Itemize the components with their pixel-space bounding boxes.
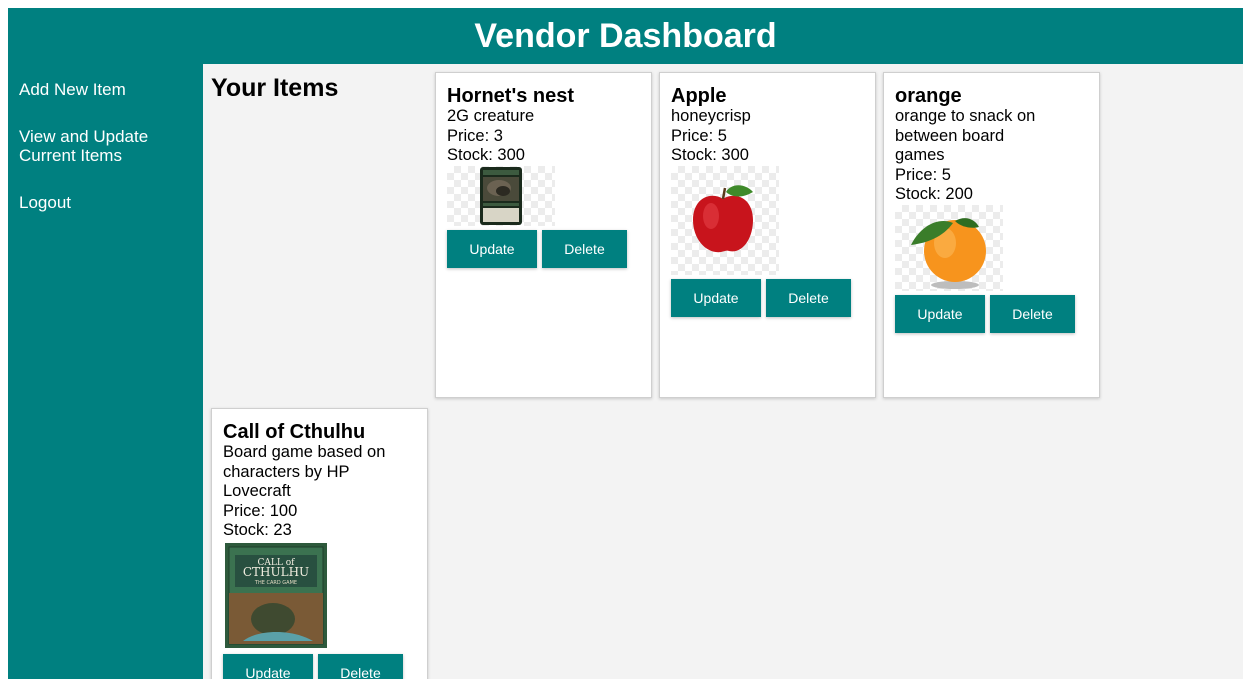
item-price: Price: 5	[895, 165, 951, 184]
item-description: Board game based on characters by HP Lov…	[223, 443, 386, 500]
item-name: Call of Cthulhu	[223, 421, 366, 443]
item-card: orange orange to snack on between board …	[883, 72, 1100, 398]
item-stock: Stock: 200	[895, 185, 973, 203]
item-stock: Stock: 300	[671, 146, 749, 164]
game-box-text-card-game: THE CARD GAME	[254, 580, 297, 586]
game-box-text-cthulhu: CTHULHU	[243, 565, 309, 579]
update-button[interactable]: Update	[671, 278, 761, 317]
item-stock: Stock: 300	[447, 146, 525, 164]
item-card: Apple honeycrisp Price: 5 Stock: 300 Upd…	[659, 72, 876, 398]
item-description: honeycrisp	[671, 107, 751, 125]
sidebar-item-logout[interactable]: Logout	[19, 193, 192, 212]
item-image	[447, 165, 555, 226]
game-box-image: CALL of CTHULHU THE CARD GAME	[225, 542, 327, 648]
item-description: orange to snack on between board games	[895, 107, 1036, 164]
item-card: Call of Cthulhu Board game based on char…	[211, 408, 428, 679]
page-title: Vendor Dashboard	[474, 16, 777, 55]
item-image	[895, 204, 1003, 291]
sidebar: Add New Item View and Update Current Ite…	[8, 64, 203, 679]
item-price: Price: 3	[447, 126, 503, 145]
item-name: orange	[895, 85, 962, 107]
item-price: Price: 5	[671, 126, 727, 145]
item-stock: Stock: 23	[223, 521, 292, 539]
delete-button[interactable]: Delete	[542, 229, 627, 268]
delete-button[interactable]: Delete	[318, 653, 403, 679]
mtg-card-image	[480, 166, 522, 225]
sidebar-item-add-new-item[interactable]: Add New Item	[19, 80, 192, 99]
item-image	[671, 165, 779, 275]
items-area: Your Items Hornet's nest 2G creature Pri…	[203, 64, 1243, 679]
delete-button[interactable]: Delete	[990, 294, 1075, 333]
orange-image	[911, 217, 986, 289]
item-card: Hornet's nest 2G creature Price: 3 Stock…	[435, 72, 652, 398]
delete-button[interactable]: Delete	[766, 278, 851, 317]
apple-image	[693, 184, 753, 252]
item-price: Price: 100	[223, 501, 298, 520]
sidebar-item-view-update[interactable]: View and Update Current Items	[19, 127, 169, 165]
update-button[interactable]: Update	[447, 229, 537, 268]
item-name: Hornet's nest	[447, 85, 575, 107]
update-button[interactable]: Update	[223, 653, 313, 679]
item-image: CALL of CTHULHU THE CARD GAME	[223, 540, 331, 650]
update-button[interactable]: Update	[895, 294, 985, 333]
item-name: Apple	[671, 85, 727, 107]
item-description: 2G creature	[447, 107, 535, 125]
section-heading: Your Items	[211, 74, 339, 102]
page-header: Vendor Dashboard	[8, 8, 1243, 64]
